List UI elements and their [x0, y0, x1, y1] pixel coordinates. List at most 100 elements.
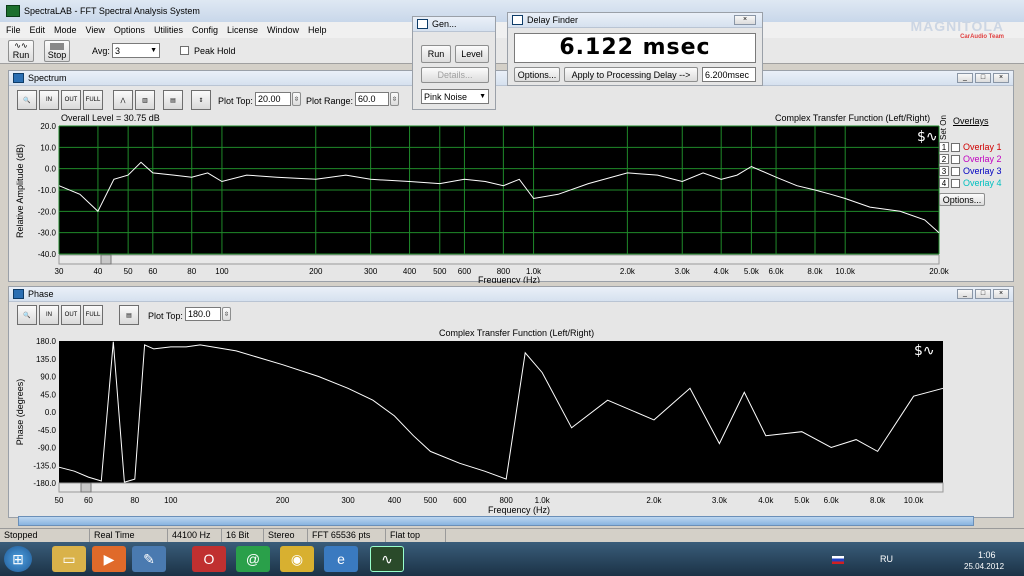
x-tick-label: 80 [130, 496, 139, 505]
spectralab-task-icon[interactable]: ∿ [370, 546, 404, 572]
x-tick-label: 3.0k [712, 496, 728, 505]
x-tick-label: 300 [341, 496, 355, 505]
peak-hold-checkbox[interactable] [180, 46, 189, 55]
overlay-row[interactable]: 1 Overlay 1 [939, 141, 1011, 153]
zoom-icon[interactable]: 🔍 [17, 305, 37, 325]
apply-delay-button[interactable]: Apply to Processing Delay --> [564, 67, 698, 82]
y-tick-label: 90.0 [40, 373, 56, 382]
line-mode-icon[interactable]: ⋀ [113, 90, 133, 110]
spectrum-plot-top-input[interactable]: 20.00 [255, 92, 291, 106]
clock-date[interactable]: 25.04.2012 [964, 562, 1004, 571]
phase-title-bar: Phase _ □ × [9, 287, 1013, 302]
x-tick-label: 500 [424, 496, 438, 505]
close-icon[interactable]: × [734, 15, 756, 25]
phase-plot-top-label: Plot Top: [148, 311, 183, 321]
y-tick-label: 135.0 [36, 355, 57, 364]
overlay-row[interactable]: 2 Overlay 2 [939, 153, 1011, 165]
x-tick-label: 50 [124, 267, 133, 276]
start-button[interactable]: ⊞ [4, 546, 32, 572]
menu-mode[interactable]: Mode [54, 25, 77, 35]
folder-icon[interactable]: ▭ [52, 546, 86, 572]
gen-level-button[interactable]: Level [455, 45, 489, 63]
sine-marker-icon[interactable]: $∿ [914, 343, 935, 359]
minimize-icon[interactable]: _ [957, 289, 973, 299]
zoom-full-icon[interactable]: FULL [83, 90, 103, 110]
phase-plot-top-input[interactable]: 180.0 [185, 307, 221, 321]
y-tick-labels: 180.0 135.0 90.0 45.0 0.0 -45.0 -90.0 -135.0 -18… [33, 337, 56, 488]
spectrum-plot-range-input[interactable]: 60.0 [355, 92, 389, 106]
menu-config[interactable]: Config [192, 25, 218, 35]
horizontal-scrollbar[interactable] [18, 516, 974, 526]
menu-file[interactable]: File [6, 25, 21, 35]
spin-arrows-icon[interactable]: ⇳ [390, 92, 399, 106]
media-player-icon[interactable]: ▶ [92, 546, 126, 572]
zoom-out-icon[interactable]: OUT [61, 305, 81, 325]
overlay-options-button[interactable]: Options... [939, 193, 985, 206]
gen-details-button[interactable]: Details... [421, 67, 489, 83]
y-tick-label: 0.0 [45, 408, 57, 417]
icq-icon[interactable]: @ [236, 546, 270, 572]
spectrum-plot-top-label: Plot Top: [218, 96, 253, 106]
generator-icon [417, 19, 428, 29]
maximize-icon[interactable]: □ [975, 289, 991, 299]
x-tick-label: 100 [215, 267, 229, 276]
spectrum-scrollbar[interactable] [58, 254, 940, 265]
status-window: Flat top [386, 529, 446, 542]
phase-ylabel: Phase (degrees) [15, 379, 25, 446]
spin-arrows-icon[interactable]: ⇳ [292, 92, 301, 106]
gen-run-button[interactable]: Run [421, 45, 451, 63]
menu-options[interactable]: Options [114, 25, 145, 35]
stop-button[interactable]: Stop [44, 40, 70, 62]
opera-icon[interactable]: O [192, 546, 226, 572]
overlay-row[interactable]: 4 Overlay 4 [939, 177, 1011, 189]
language-indicator[interactable]: RU [880, 554, 893, 564]
avg-select[interactable]: 3 ▼ [112, 43, 160, 58]
phase-window: Phase _ □ × 🔍 IN OUT FULL ▤ Plot Top: 18… [8, 286, 1014, 518]
menu-utilities[interactable]: Utilities [154, 25, 183, 35]
ie-icon[interactable]: e [324, 546, 358, 572]
chrome-icon[interactable]: ◉ [280, 546, 314, 572]
y-tick-label: 20.0 [40, 122, 56, 131]
scroll-thumb[interactable] [100, 254, 112, 265]
zoom-in-icon[interactable]: IN [39, 305, 59, 325]
phase-scrollbar[interactable] [58, 482, 944, 493]
delay-options-button[interactable]: Options... [514, 67, 560, 82]
paint-icon[interactable]: ✎ [132, 546, 166, 572]
close-icon[interactable]: × [993, 289, 1009, 299]
maximize-icon[interactable]: □ [975, 73, 991, 83]
chevron-down-icon: ▼ [479, 93, 486, 100]
marker-icon[interactable]: ⇕ [191, 90, 211, 110]
chevron-down-icon: ▼ [150, 47, 157, 54]
x-tick-label: 20.0k [929, 267, 950, 276]
x-tick-label: 40 [93, 267, 102, 276]
close-icon[interactable]: × [993, 73, 1009, 83]
overlay-row[interactable]: 3 Overlay 3 [939, 165, 1011, 177]
generator-window: Gen... Run Level Details... Pink Noise ▼ [412, 16, 496, 110]
menu-help[interactable]: Help [308, 25, 327, 35]
zoom-in-icon[interactable]: IN [39, 90, 59, 110]
menu-window[interactable]: Window [267, 25, 299, 35]
table-icon[interactable]: ▤ [163, 90, 183, 110]
signal-select[interactable]: Pink Noise ▼ [421, 89, 489, 104]
run-button[interactable]: ∿∿ Run [8, 40, 34, 62]
clock-time[interactable]: 1:06 [978, 550, 996, 560]
spin-arrows-icon[interactable]: ⇳ [222, 307, 231, 321]
table-icon[interactable]: ▤ [119, 305, 139, 325]
y-tick-label: -135.0 [33, 461, 56, 470]
scroll-thumb[interactable] [80, 482, 92, 493]
menu-license[interactable]: License [227, 25, 258, 35]
bar-mode-icon[interactable]: ▥ [135, 90, 155, 110]
x-tick-label: 4.0k [714, 267, 730, 276]
zoom-icon[interactable]: 🔍 [17, 90, 37, 110]
menu-view[interactable]: View [86, 25, 105, 35]
minimize-icon[interactable]: _ [957, 73, 973, 83]
x-tick-labels: 50 60 80 100 200 300 400 500 600 800 1.0k 2.0k 3.0k 4… [55, 496, 925, 505]
y-tick-label: -90.0 [38, 444, 57, 453]
x-tick-label: 6.0k [824, 496, 840, 505]
zoom-full-icon[interactable]: FULL [83, 305, 103, 325]
sine-marker-icon[interactable]: $∿ [917, 129, 938, 145]
menu-edit[interactable]: Edit [30, 25, 46, 35]
zoom-out-icon[interactable]: OUT [61, 90, 81, 110]
y-tick-label: -45.0 [38, 426, 57, 435]
x-tick-label: 50 [55, 496, 64, 505]
